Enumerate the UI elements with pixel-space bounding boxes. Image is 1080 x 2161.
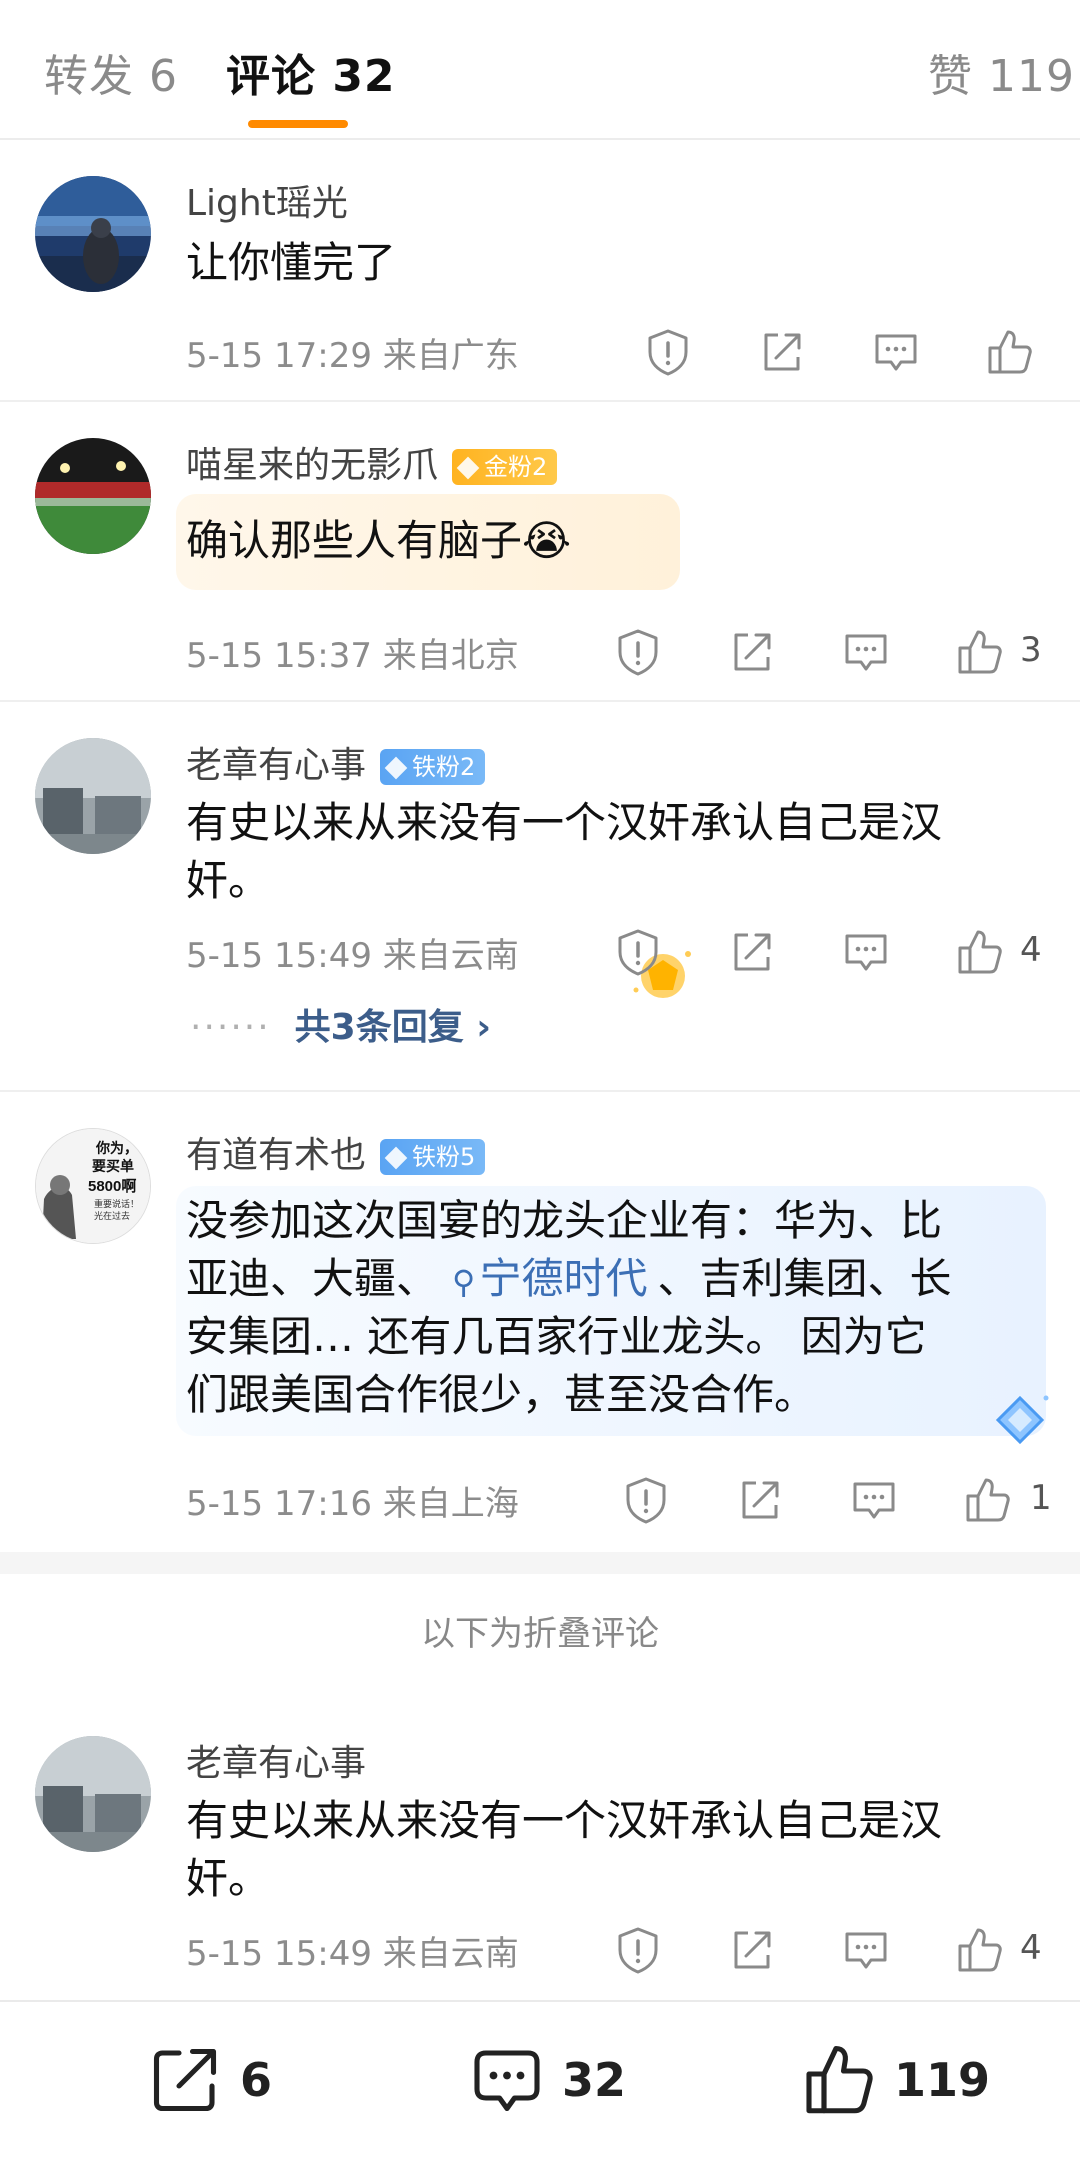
avatar[interactable]	[35, 738, 151, 854]
like-button[interactable]: 119	[800, 2040, 990, 2120]
bottom-action-bar: 6 32 119	[0, 2000, 1080, 2161]
avatar[interactable]	[35, 438, 151, 554]
comment-item: 老章有心事 有史以来从来没有一个汉奸承认自己是汉 奸。 5-15 15:49 来…	[0, 1700, 1080, 2000]
username[interactable]: 喵星来的无影爪	[186, 445, 438, 486]
share-icon[interactable]	[734, 1474, 786, 1526]
comment-bubble-icon	[474, 2050, 540, 2112]
badge-gem-icon	[384, 1146, 408, 1170]
badge-label: 金粉2	[484, 453, 548, 481]
like-icon[interactable]	[954, 626, 1006, 678]
like-icon[interactable]	[962, 1474, 1014, 1526]
like-total: 119	[894, 2053, 991, 2107]
username-row: 有道有术也 铁粉5	[186, 1126, 486, 1178]
avatar-caption-line: 你为，	[95, 1140, 138, 1156]
active-tab-indicator	[248, 120, 348, 128]
avatar-caption-line: 光在过去	[94, 1210, 130, 1221]
comment-text: 确认那些人有脑子😭	[186, 516, 572, 565]
comment-text-line: 有史以来从来没有一个汉奸承认自己是汉	[186, 1796, 943, 1845]
thumbs-up-icon	[806, 2045, 873, 2114]
replies-dots: ······	[190, 1007, 271, 1048]
comment-item: Light瑶光 让你懂完了 5-15 17:29 来自广东	[0, 140, 1080, 402]
username[interactable]: Light瑶光	[186, 174, 348, 226]
view-replies-link[interactable]: ······ 共3条回复 ›	[190, 998, 491, 1050]
comment-count: 32	[562, 2053, 627, 2107]
comment-text-line: 安集团… 还有几百家行业龙头。 因为它	[186, 1312, 927, 1361]
tab-likes[interactable]: 赞 119	[928, 40, 1075, 104]
like-icon[interactable]	[984, 326, 1036, 378]
like-count: 1	[1030, 1478, 1052, 1518]
replies-label: 共3条回复 ›	[294, 1007, 492, 1048]
username-row: 老章有心事 铁粉2	[186, 736, 486, 788]
comment-text: 让你懂完了	[186, 238, 397, 287]
share-icon[interactable]	[726, 926, 778, 978]
report-icon[interactable]	[620, 1474, 672, 1526]
like-count: 3	[1020, 630, 1042, 670]
report-icon[interactable]	[642, 326, 694, 378]
like-count: 4	[1020, 930, 1042, 970]
fan-badge[interactable]: 铁粉2	[380, 749, 486, 785]
comment-icon[interactable]	[848, 1474, 900, 1526]
comment-icon[interactable]	[840, 1924, 892, 1976]
hashtag-label: 宁德时代	[479, 1254, 648, 1303]
comment-item: 喵星来的无影爪 金粉2 确认那些人有脑子😭 5-15 15:37 来自北京 3	[0, 402, 1080, 998]
tab-comments[interactable]: 评论 32	[226, 40, 396, 104]
fan-badge[interactable]: 铁粉5	[380, 1139, 486, 1175]
tab-repost[interactable]: 转发 6	[44, 40, 178, 104]
report-icon[interactable]	[612, 1924, 664, 1976]
search-icon: ⚲	[452, 1263, 476, 1301]
comment-meta: 5-15 17:16 来自上海	[186, 1484, 519, 1524]
badge-label: 铁粉2	[412, 753, 476, 781]
avatar[interactable]: 你为， 要买单 5800啊 重要说话！ 光在过去	[35, 1128, 151, 1244]
avatar-caption-line: 5800啊	[88, 1178, 136, 1195]
username-row: 喵星来的无影爪 金粉2	[186, 436, 558, 488]
repost-count: 6	[240, 2053, 273, 2107]
avatar[interactable]	[35, 176, 151, 292]
diamond-decoration-icon	[995, 1395, 1049, 1445]
username[interactable]: 老章有心事	[186, 745, 366, 786]
repost-button[interactable]: 6	[146, 2040, 272, 2120]
report-icon[interactable]	[612, 926, 664, 978]
comment-text-line: 们跟美国合作很少，甚至没合作。	[186, 1370, 817, 1419]
like-count: 4	[1020, 1928, 1042, 1968]
comment-meta: 5-15 15:49 来自云南	[186, 936, 519, 976]
comment-button[interactable]: 32	[468, 2040, 626, 2120]
comment-meta: 5-15 15:37 来自北京	[186, 636, 519, 676]
hashtag-link[interactable]: ⚲宁德时代	[438, 1254, 647, 1303]
avatar-caption-line: 重要说话！	[94, 1198, 139, 1209]
comment-icon[interactable]	[840, 926, 892, 978]
text-segment: 亚迪、大疆、	[186, 1254, 439, 1303]
badge-label: 铁粉5	[412, 1143, 476, 1171]
comment-item: 你为， 要买单 5800啊 重要说话！ 光在过去 有道有术也 铁粉5 没参加这次国…	[0, 1092, 1080, 1552]
avatar[interactable]	[35, 1736, 151, 1852]
repost-icon	[153, 2048, 217, 2112]
like-icon[interactable]	[954, 1924, 1006, 1976]
comment-text-line: 有史以来从来没有一个汉奸承认自己是汉	[186, 798, 943, 847]
badge-gem-icon	[456, 456, 480, 480]
comment-text-line: 没参加这次国宴的龙头企业有：华为、比	[186, 1196, 943, 1245]
fan-badge[interactable]: 金粉2	[452, 449, 558, 485]
share-icon[interactable]	[726, 1924, 778, 1976]
username[interactable]: 老章有心事	[186, 1734, 366, 1786]
section-divider	[0, 1552, 1080, 1574]
avatar-caption-line: 要买单	[92, 1158, 134, 1174]
comment-text-line: 奸。	[186, 1854, 271, 1903]
comment-icon[interactable]	[870, 326, 922, 378]
report-icon[interactable]	[612, 626, 664, 678]
username[interactable]: 有道有术也	[186, 1135, 366, 1176]
comment-item: 老章有心事 铁粉2 有史以来从来没有一个汉奸承认自己是汉 奸。 5-15 15:4…	[0, 702, 1080, 1092]
share-icon[interactable]	[726, 626, 778, 678]
folded-comments-label: 以下为折叠评论	[421, 1614, 659, 1654]
comment-meta: 5-15 17:29 来自广东	[186, 336, 519, 376]
comment-text-line: 奸。	[186, 856, 271, 905]
badge-gem-icon	[384, 756, 408, 780]
comment-meta: 5-15 15:49 来自云南	[186, 1934, 519, 1974]
text-segment: 、吉利集团、长	[657, 1254, 952, 1303]
comment-tabs: 转发 6 评论 32 赞 119	[0, 0, 1080, 140]
comment-icon[interactable]	[840, 626, 892, 678]
share-icon[interactable]	[756, 326, 808, 378]
like-icon[interactable]	[954, 926, 1006, 978]
comment-text-line: 亚迪、大疆、 ⚲宁德时代 、吉利集团、长	[186, 1250, 951, 1311]
